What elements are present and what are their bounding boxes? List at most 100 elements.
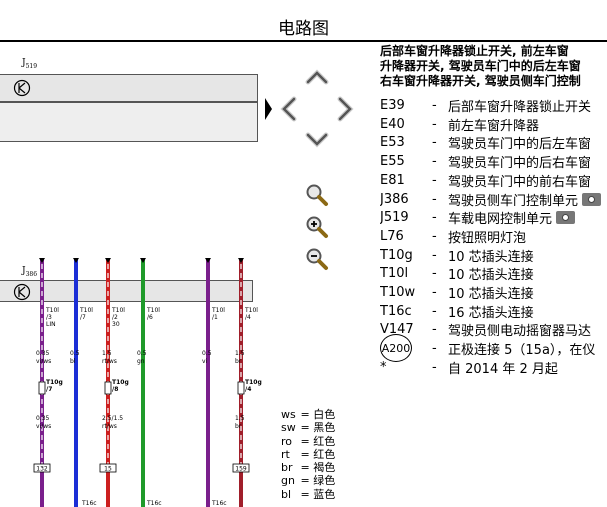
connector-label: T10g [245,379,262,386]
connector-symbol [104,381,112,395]
pin-label: T10l [111,307,125,314]
legend-item[interactable]: T16c -16 芯插头连接 [380,302,534,321]
legend-item[interactable]: E39 - 后部车窗升降器锁止开关 [380,96,591,115]
pin-label: T10l [211,307,225,314]
color-code-list: ws = 白色 sw = 黑色 ro = 红色 rt = 红色 br = 褐色 gn = … [281,408,335,501]
wire-size: 1.5 [235,350,245,357]
equals-sign: = [297,408,314,421]
legend-description: 10 芯插头连接 [448,287,534,302]
pin-label: T10l [244,307,258,314]
color-name: 蓝色 [313,487,336,501]
legend-item[interactable]: T10g -10 芯插头连接 [380,246,534,265]
wire-color: vi [202,358,208,365]
legend-item[interactable]: T10w -10 芯插头连接 [380,283,534,302]
pan-left-button[interactable] [278,96,300,122]
legend-description: 车载电网控制单元 [448,212,553,228]
chevron-up-icon [305,69,329,85]
legend-item[interactable]: J519 - 车载电网控制单元 [380,208,576,228]
pin-label: /7 [80,314,86,321]
legend-item[interactable]: J386 - 驾驶员侧车门控制单元 [380,190,602,209]
wire-size: 0.5 [137,350,147,357]
legend-description: 驾驶员车门中的前右车窗 [448,174,592,190]
equals-sign: = [297,487,314,501]
pan-right-button[interactable] [334,96,356,122]
legend-item[interactable]: * - 自 2014 年 2 月起 [380,358,558,377]
color-code-item: br = 褐色 [281,461,335,474]
legend-item[interactable]: E40 - 前左车窗升降器 [380,115,539,134]
legend-heading-line: 后部车窗升降器锁止开关, 前左车窗 [380,44,569,58]
zoom-fit-button[interactable] [304,182,330,208]
color-code-item: rt = 红色 [281,448,335,461]
legend-panel: 后部车窗升降器锁止开关, 前左车窗 升降器开关, 驾驶员车门中的后左车窗 右车窗… [380,44,607,394]
magnifier-icon [306,184,328,206]
color-abbr: ws [281,408,296,421]
color-abbr: gn [281,474,295,488]
reference-number: 159 [235,466,247,473]
bottom-connector-label: T16c [211,500,227,507]
camera-icon[interactable] [582,192,602,206]
pin-label: /6 [147,314,153,321]
color-name: 褐色 [313,461,336,475]
camera-icon[interactable] [556,211,576,225]
pin-arrow-icon [39,258,45,263]
wire-color: br [235,423,242,430]
connector-label: T10g [46,379,63,386]
wire-size: 0.35 [36,350,50,357]
pin-label: 30 [112,321,120,328]
legend-dash: - [432,191,437,207]
legend-item[interactable]: E55 - 驾驶员车门中的后右车窗 [380,152,591,171]
reference-number: 15 [104,466,112,473]
color-abbr: ro [281,434,293,448]
pin-label: T10l [79,307,93,314]
equals-sign: = [297,474,314,488]
pan-up-button[interactable] [304,67,330,87]
connector-symbol [237,381,245,395]
legend-dash: - [432,228,437,244]
equals-sign: = [297,421,314,435]
wire-color: vi/ws [36,423,51,430]
color-code-item: sw = 黑色 [281,421,335,434]
chevron-left-icon [280,96,297,122]
pin-label: /2 [112,314,118,321]
color-name: 红色 [313,434,336,448]
legend-code: J386 [380,191,409,207]
collapse-panel-button[interactable] [262,94,274,124]
connector-symbol [38,381,46,395]
legend-dash: - [432,98,437,113]
legend-item[interactable]: E81 - 驾驶员车门中的前右车窗 [380,171,591,190]
legend-heading-line: 右车窗升降器开关, 驾驶员侧车门控制 [380,74,581,88]
zoom-out-icon [306,248,328,270]
zoom-out-button[interactable] [304,246,330,272]
color-abbr: sw [281,421,296,435]
legend-description: 10 芯插头连接 [448,268,534,284]
legend-code: T10g [380,247,413,263]
legend-code: T10w [380,285,416,300]
pin-arrow-icon [205,258,211,263]
color-abbr: bl [281,487,292,501]
equals-sign: = [297,461,314,475]
zoom-in-icon [306,216,328,238]
legend-dash: - [432,247,437,263]
legend-description: 前左车窗升降器 [448,118,540,134]
nav-controls [262,64,362,284]
connector-label: T10g [112,379,129,386]
connector-label: /7 [46,386,52,393]
legend-heading-line: 升降器开关, 驾驶员车门中的后左车窗 [380,59,581,73]
pin-label: T10l [45,307,59,314]
color-code-item: gn = 绿色 [281,474,335,487]
pan-down-button[interactable] [304,130,330,150]
legend-code: E53 [380,135,405,151]
zoom-in-button[interactable] [304,214,330,240]
color-name: 黑色 [313,421,336,435]
pin-label: T10l [146,307,160,314]
pin-arrow-icon [105,258,111,263]
legend-item[interactable]: E53 - 驾驶员车门中的后左车窗 [380,133,591,152]
legend-code: E55 [380,154,405,170]
legend-description: 10 芯插头连接 [448,249,534,265]
wiring-diagram[interactable]: J519 J386 T10l/3 LIN 0.35 vi/ws T10g/7 0.35 vi… [0,44,265,507]
legend-item[interactable]: L76 - 按钮照明灯泡 [380,227,526,246]
legend-dash: - [432,154,437,170]
legend-item[interactable]: T10l -10 芯插头连接 [380,264,534,283]
wire-layer: T10l/3LIN0.35vi/wsT10g/70.35vi/ws132T10l… [33,258,262,507]
wire-color: rt/ws [102,423,117,430]
